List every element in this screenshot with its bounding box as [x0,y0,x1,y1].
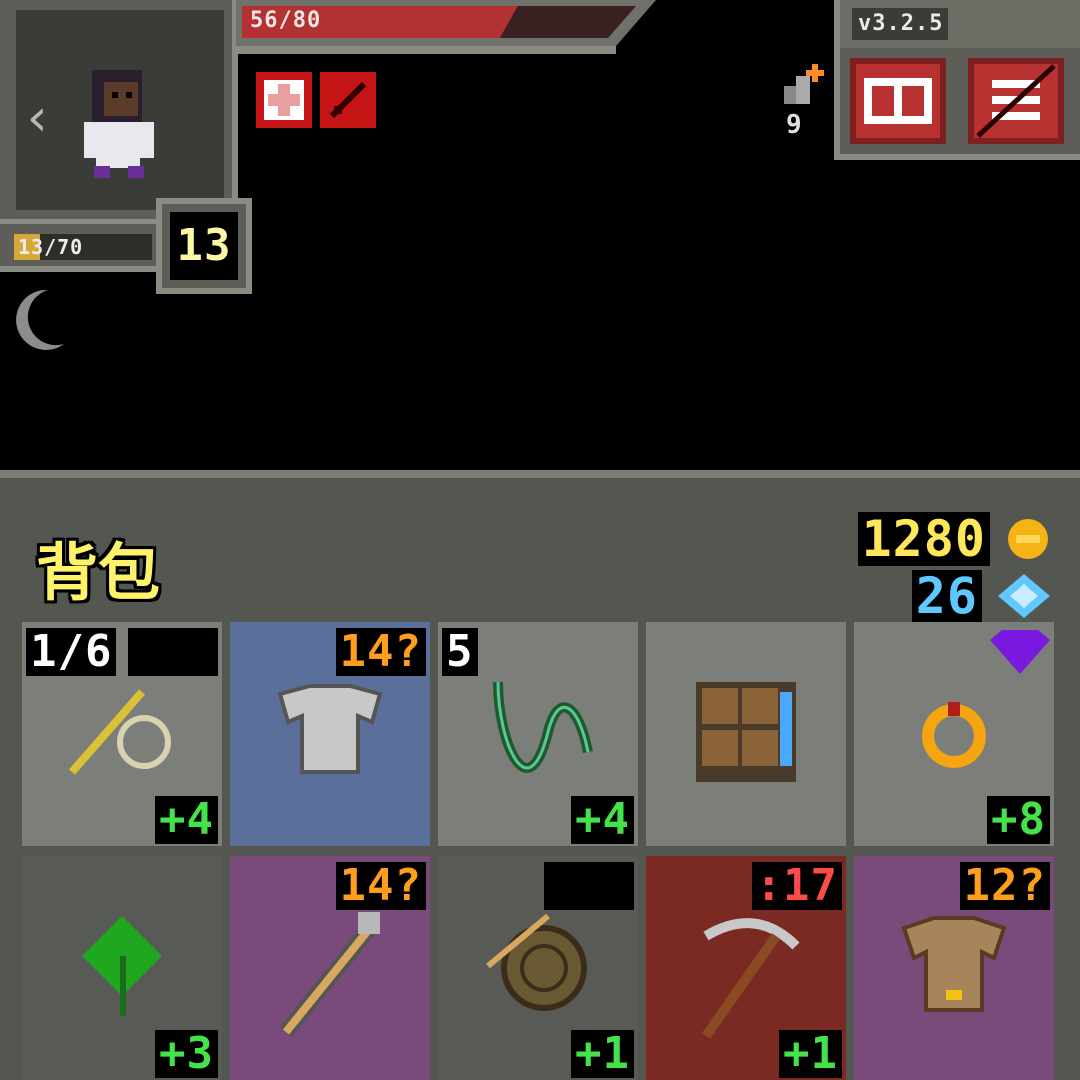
inventory-slot[interactable]: 14? [230,856,430,1080]
version-label: v3.2.5 [852,8,948,40]
depth-text: 9 [786,110,803,140]
gem-amount: 26 [911,570,982,622]
inventory-title: 背包 [36,536,161,609]
slot-upgrade-level: +3 [155,1030,218,1078]
slot-upgrade-level: +8 [987,796,1050,844]
slot-quantity: 1/6 [26,628,117,676]
depth-stairs-icon[interactable] [782,64,828,106]
menu-icon [976,64,1056,138]
healing-buff-icon[interactable] [256,72,312,128]
slot-upgrade-level: +1 [571,1030,634,1078]
inventory-slot[interactable]: +3 [22,856,222,1080]
slot-strength-req: 12? [959,862,1050,910]
whip-icon [68,689,171,775]
leaf-artifact-icon [82,916,162,1016]
slot-strength-req: 14? [335,862,426,910]
inventory-slot[interactable]: 12? [854,856,1054,1080]
slot-quantity: 5 [442,628,478,676]
health-text: 56/80 [250,8,322,33]
level-badge: 13 [156,198,252,294]
inventory-grid: 1/6 :14 +4 14? 5 +4 +8 +3 14?:13 +1:17… [22,622,1058,1080]
slot-strength-req: :14 [127,628,218,676]
inventory-slot[interactable]: :17 +1 [646,856,846,1080]
inventory-slot[interactable]: +8 [854,622,1054,846]
slot-strength-req: :17 [751,862,842,910]
leather-armor-icon [901,916,1007,1012]
menu-button[interactable] [968,58,1064,144]
journal-icon [864,78,932,124]
chainmail-icon [277,684,383,774]
energy-crystal-icon [998,574,1050,618]
slot-strength-req: :13 [543,862,634,910]
rope-icon [486,913,587,1011]
rarity-gem-icon [990,630,1050,674]
buff-list [256,72,376,128]
gold-coin-icon [1008,519,1048,559]
gem-counter: 26 [911,570,1052,622]
alchemy-box-icon [696,682,796,782]
slot-upgrade-level: +4 [155,796,218,844]
inventory-slot[interactable]: 5 +4 [438,622,638,846]
inventory-slot[interactable]: :13 +1 [438,856,638,1080]
back-arrow-icon[interactable]: ‹ [22,92,53,144]
bleeding-debuff-icon[interactable] [320,72,376,128]
inventory-slot[interactable]: 1/6 :14 +4 [22,622,222,846]
spear-icon [279,912,380,1038]
ring-icon [922,702,986,768]
gold-amount: 1280 [857,512,990,566]
journal-button[interactable] [850,58,946,144]
slot-upgrade-level: +4 [571,796,634,844]
slot-upgrade-level: +1 [779,1030,842,1078]
gold-counter: 1280 [857,512,1052,566]
pickaxe-icon [701,918,800,1039]
hero-sprite-icon [84,70,154,178]
slot-strength-req: 14? [335,628,426,676]
experience-text: 13/70 [18,235,84,259]
night-moon-icon [16,289,64,350]
inventory-slot[interactable] [646,622,846,846]
chain-whip-icon [493,681,593,773]
inventory-slot[interactable]: 14? [230,622,430,846]
level-text: 13 [176,220,232,271]
experience-bar: 13/70 [0,224,160,272]
